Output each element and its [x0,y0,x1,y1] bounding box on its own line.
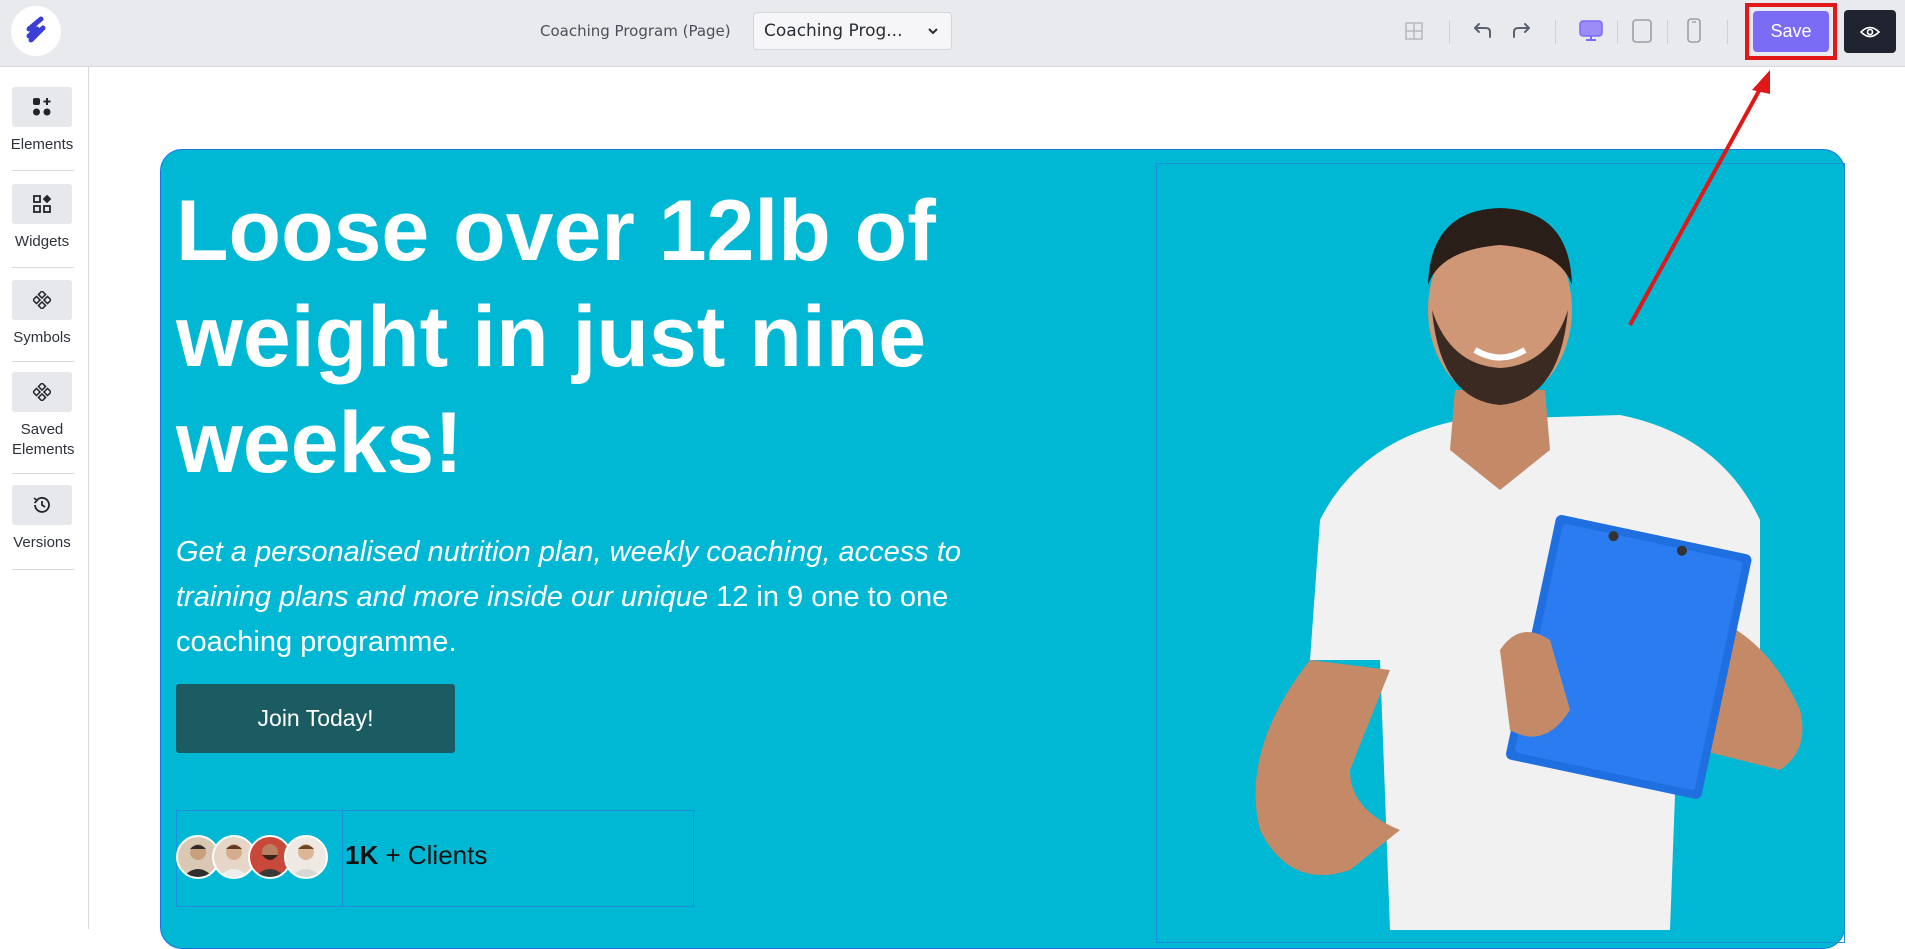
sidebar-item-label: Widgets [14,233,70,250]
join-today-button[interactable]: Join Today! [176,684,455,753]
sidebar-divider [12,361,74,362]
toolbar-divider [1555,20,1556,44]
mobile-icon[interactable] [1680,17,1708,45]
hero-headline[interactable]: Loose over 12lb of weight in just nine w… [176,178,1036,496]
hero-subtext[interactable]: Get a personalised nutrition plan, weekl… [176,530,1016,665]
clients-count: 1K [345,840,379,870]
layout-grid-icon[interactable] [1400,17,1428,45]
undo-icon[interactable] [1468,17,1496,45]
elements-icon [12,87,72,127]
hero-person-image[interactable] [1200,190,1840,930]
toolbar-divider [1449,20,1450,44]
avatar [284,835,328,879]
sidebar-item-label: Elements [10,136,74,153]
sidebar-divider [12,473,74,474]
save-annotation-box: Save [1745,3,1837,60]
preview-button[interactable] [1844,10,1896,53]
eye-icon [1860,26,1880,37]
sidebar-item-label: Saved Elements [12,421,75,458]
chevron-down-icon [928,28,938,35]
clients-suffix: + Clients [378,840,488,870]
clients-divider [342,810,343,907]
sidebar-divider [12,267,74,268]
page-select[interactable]: Coaching Prog... [753,12,952,50]
app-logo[interactable] [11,6,61,56]
sidebar-item-saved-elements[interactable]: Saved Elements [0,372,84,460]
history-icon [12,485,72,525]
sidebar-divider [12,170,74,171]
clients-count-text[interactable]: 1K + Clients [345,840,487,871]
desktop-icon[interactable] [1577,17,1605,45]
sidebar-item-label: Symbols [13,329,71,346]
sidebar-item-elements[interactable]: Elements [0,87,84,155]
top-toolbar: Coaching Program (Page) Coaching Prog...… [0,0,1905,67]
toolbar-divider [1667,20,1668,44]
page-label: Coaching Program (Page) [540,22,731,40]
sidebar-item-widgets[interactable]: Widgets [0,184,84,252]
toolbar-divider [1727,20,1728,44]
tablet-icon[interactable] [1628,17,1656,45]
symbols-icon [12,280,72,320]
sidebar-item-symbols[interactable]: Symbols [0,280,84,348]
sidebar-divider [12,569,74,570]
widgets-icon [12,184,72,224]
save-button[interactable]: Save [1753,11,1829,52]
redo-icon[interactable] [1508,17,1536,45]
sidebar-item-label: Versions [13,534,71,551]
logo-icon [26,16,46,43]
saved-elements-icon [12,372,72,412]
left-sidebar: Elements Widgets Symbols Saved Elements … [0,67,89,929]
sidebar-item-versions[interactable]: Versions [0,485,84,553]
page-select-value: Coaching Prog... [764,21,903,41]
toolbar-divider [1617,20,1618,44]
